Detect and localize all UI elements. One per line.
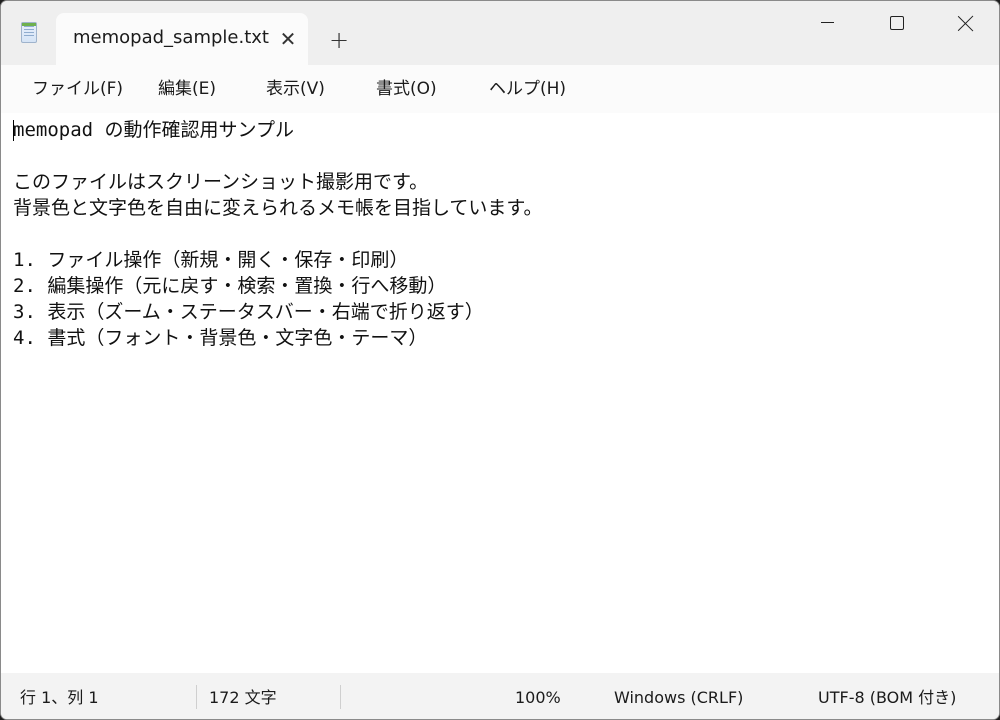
editor-line: 2. 編集操作（元に戻す・検索・置換・行へ移動）: [13, 275, 447, 297]
zoom-level[interactable]: 100%: [515, 687, 561, 709]
encoding[interactable]: UTF-8 (BOM 付き): [818, 687, 956, 709]
maximize-icon: [890, 16, 904, 30]
plus-icon[interactable]: +: [325, 26, 353, 54]
menu-file[interactable]: ファイル(F): [32, 77, 123, 101]
line-ending[interactable]: Windows (CRLF): [614, 687, 743, 709]
editor-line: 背景色と文字色を自由に変えられるメモ帳を目指しています。: [13, 197, 543, 219]
notepad-window: memopad_sample.txt ✕ + ファイル(F) 編集(E) 表示(…: [0, 0, 1000, 720]
maximize-button[interactable]: [863, 1, 931, 45]
menu-edit[interactable]: 編集(E): [158, 77, 216, 101]
menu-view[interactable]: 表示(V): [266, 77, 325, 101]
character-count: 172 文字: [209, 688, 277, 707]
status-bar: 行 1、列 1 172 文字 100% Windows (CRLF) UTF-8…: [1, 673, 999, 719]
tab-title: memopad_sample.txt: [73, 27, 269, 48]
editor-line: memopad の動作確認用サンプル: [13, 119, 294, 141]
close-window-button[interactable]: [932, 1, 999, 45]
status-divider: [196, 685, 197, 709]
text-editor[interactable]: memopad の動作確認用サンプル このファイルはスクリーンショット撮影用です…: [1, 113, 999, 673]
close-icon[interactable]: ✕: [278, 28, 298, 50]
editor-line: このファイルはスクリーンショット撮影用です。: [13, 171, 429, 193]
editor-line: 1. ファイル操作（新規・開く・保存・印刷）: [13, 249, 409, 271]
tab-memopad-sample[interactable]: memopad_sample.txt ✕: [56, 13, 308, 65]
menu-bar: ファイル(F) 編集(E) 表示(V) 書式(O) ヘルプ(H): [1, 65, 999, 113]
title-bar[interactable]: memopad_sample.txt ✕ +: [1, 1, 999, 65]
editor-line: 3. 表示（ズーム・ステータスバー・右端で折り返す）: [13, 301, 484, 323]
status-divider: [340, 685, 341, 709]
menu-format[interactable]: 書式(O): [376, 77, 437, 101]
minimize-button[interactable]: [794, 1, 862, 45]
editor-line: 4. 書式（フォント・背景色・文字色・テーマ）: [13, 327, 428, 349]
minimize-icon: [821, 22, 834, 23]
cursor-position: 行 1、列 1: [20, 688, 99, 707]
notepad-icon: [21, 22, 37, 43]
menu-help[interactable]: ヘルプ(H): [489, 77, 566, 101]
close-icon: [957, 15, 974, 32]
